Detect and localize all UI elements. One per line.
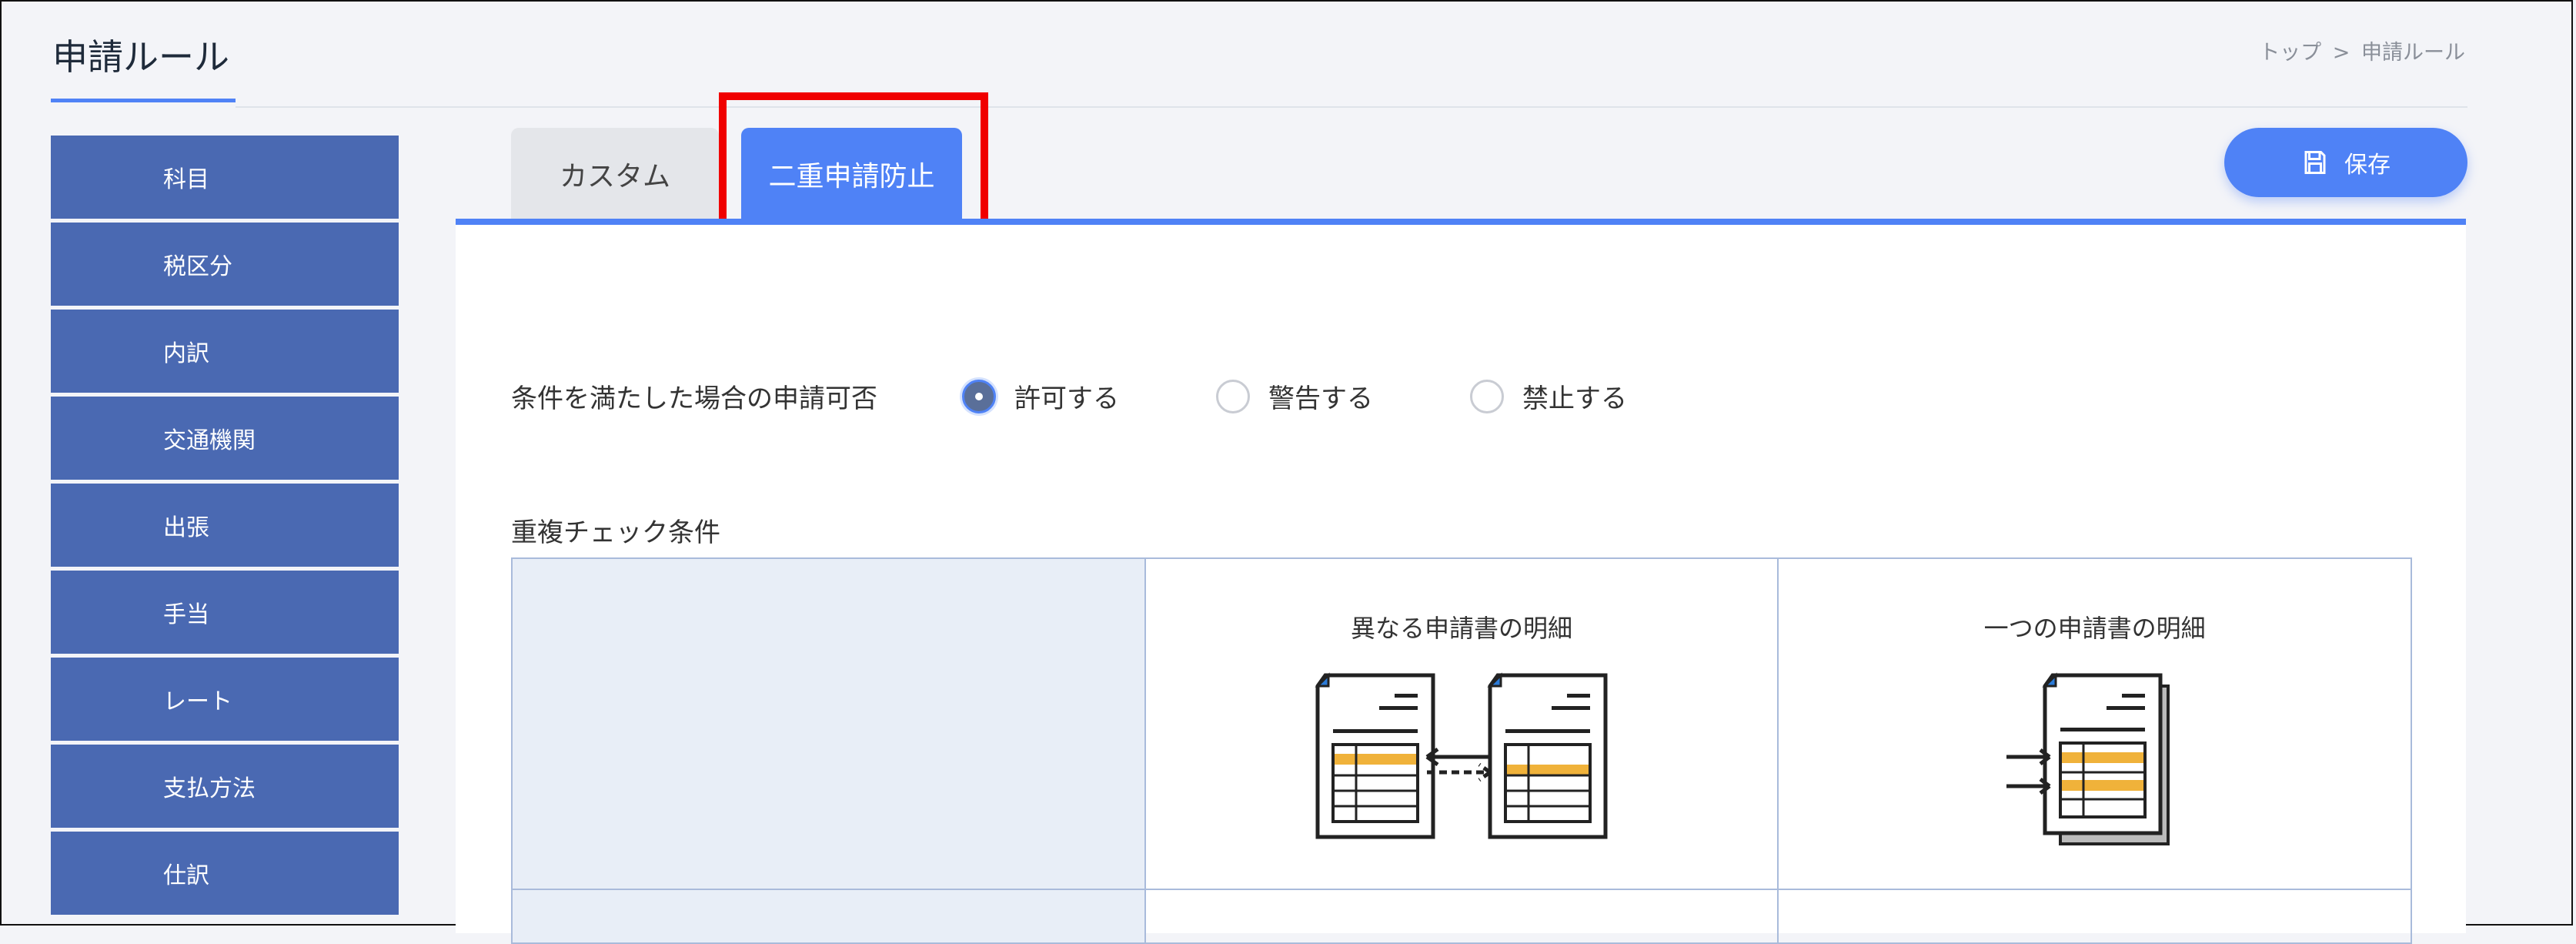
table-cell — [1144, 889, 1779, 944]
sidebar-item-journal[interactable]: 仕訳 — [51, 832, 399, 915]
duplicate-check-label: 重複チェック条件 — [511, 517, 720, 548]
two-documents-compare-icon — [1315, 672, 1608, 839]
column-header: 一つの申請書の明細 — [1983, 614, 2206, 643]
radio-button-checked[interactable] — [962, 379, 996, 413]
column-different-forms: 異なる申請書の明細 — [1144, 557, 1779, 890]
column-single-form: 一つの申請書の明細 — [1777, 557, 2412, 890]
sidebar-item-label: 出張 — [163, 514, 209, 541]
sidebar-item-label: 内訳 — [163, 340, 209, 367]
sidebar-item-breakdown[interactable]: 内訳 — [51, 310, 399, 393]
radio-button[interactable] — [1216, 379, 1250, 413]
table-corner-cell — [511, 557, 1146, 890]
sidebar-item-account[interactable]: 科目 — [51, 136, 399, 219]
sidebar-item-tax-category[interactable]: 税区分 — [51, 223, 399, 306]
sidebar-item-label: 交通機関 — [163, 427, 256, 454]
column-header: 異なる申請書の明細 — [1350, 614, 1572, 643]
save-button[interactable]: 保存 — [2224, 128, 2467, 197]
header-divider — [236, 106, 2467, 108]
radio-label: 警告する — [1268, 383, 1373, 414]
sidebar-item-allowance[interactable]: 手当 — [51, 571, 399, 654]
sidebar-item-label: 科目 — [163, 166, 209, 193]
sidebar-item-transport[interactable]: 交通機関 — [51, 397, 399, 480]
sidebar-item-payment-method[interactable]: 支払方法 — [51, 745, 399, 828]
condition-label: 条件を満たした場合の申請可否 — [511, 383, 877, 414]
tab-custom[interactable]: カスタム — [511, 128, 719, 220]
breadcrumb-separator: > — [2332, 41, 2350, 65]
radio-label: 禁止する — [1522, 383, 1627, 414]
title-underline — [51, 99, 236, 102]
sidebar: 科目 税区分 内訳 交通機関 出張 手当 レート 支払方法 仕訳 — [51, 136, 399, 936]
sidebar-item-label: 手当 — [163, 601, 209, 628]
sidebar-item-label: 仕訳 — [163, 862, 209, 889]
sidebar-item-rate[interactable]: レート — [51, 658, 399, 741]
duplicate-check-table: 異なる申請書の明細 一つの申請書の明細 — [511, 557, 2412, 944]
save-icon — [2304, 151, 2326, 174]
sidebar-item-label: 支払方法 — [163, 775, 256, 802]
sidebar-item-label: レート — [163, 688, 232, 715]
table-cell — [1777, 889, 2412, 944]
page-title: 申請ルール — [52, 36, 229, 78]
breadcrumb-home[interactable]: トップ — [2259, 41, 2321, 65]
breadcrumb: トップ > 申請ルール — [2254, 35, 2465, 65]
save-button-label: 保存 — [2344, 152, 2391, 179]
radio-prohibit[interactable]: 禁止する — [1470, 377, 1627, 415]
radio-allow[interactable]: 許可する — [962, 377, 1119, 415]
sidebar-item-label: 税区分 — [163, 253, 232, 280]
radio-button[interactable] — [1470, 379, 1504, 413]
breadcrumb-current: 申請ルール — [2361, 41, 2465, 65]
radio-label: 許可する — [1014, 383, 1119, 414]
single-document-stack-icon — [2006, 672, 2170, 845]
tab-underline — [456, 219, 2466, 225]
table-cell — [511, 889, 1146, 944]
radio-warn[interactable]: 警告する — [1216, 377, 1373, 415]
sidebar-item-business-trip[interactable]: 出張 — [51, 484, 399, 567]
